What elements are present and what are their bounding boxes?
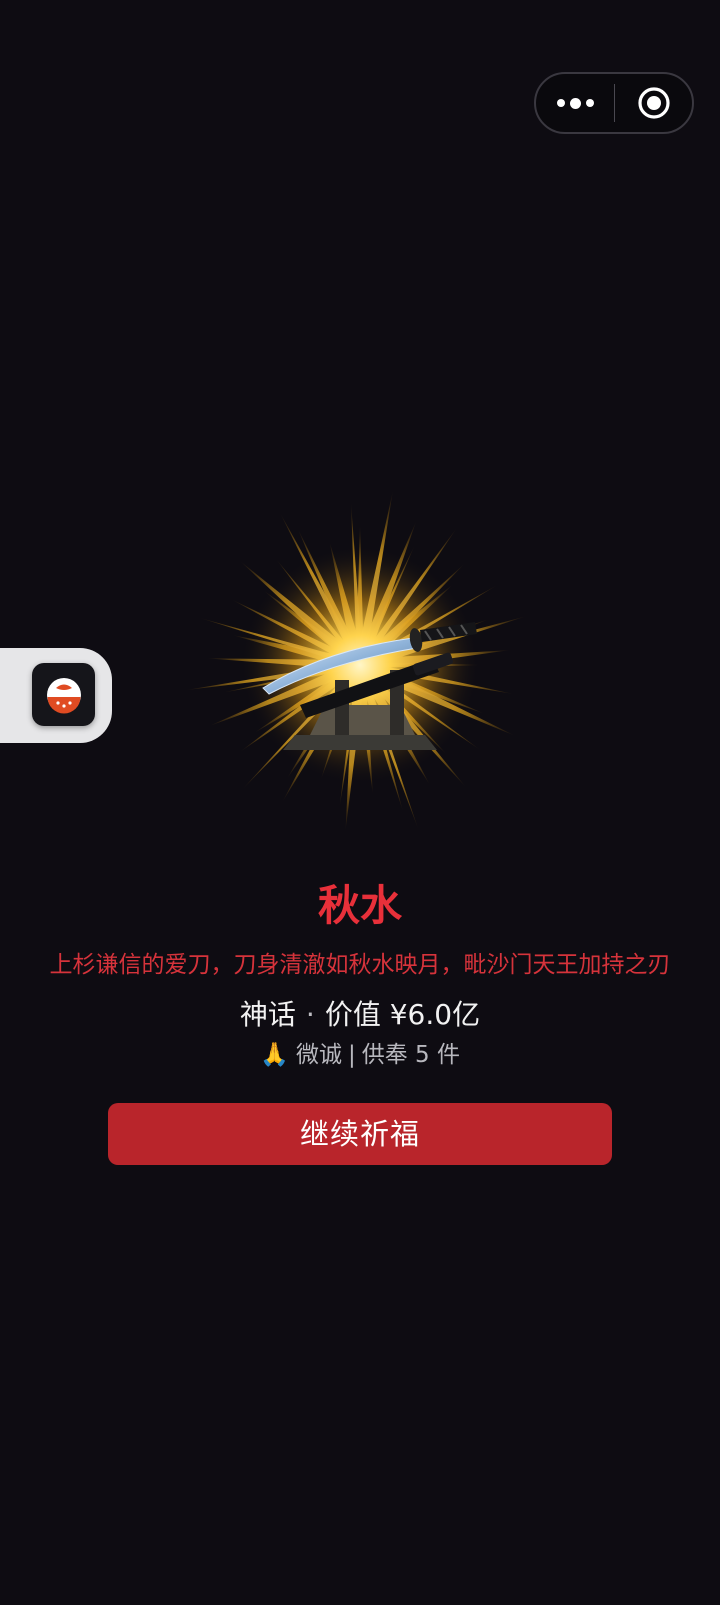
more-button[interactable]	[536, 74, 614, 132]
continue-pray-button[interactable]: 继续祈福	[108, 1103, 612, 1165]
item-description: 上杉谦信的爱刀，刀身清澈如秋水映月，毗沙门天王加持之刃	[49, 952, 671, 978]
pray-icon: 🙏	[260, 1042, 289, 1068]
mini-program-capsule	[534, 72, 694, 134]
value-label: 价值 ¥6.0亿	[324, 998, 481, 1031]
target-close-icon	[637, 87, 670, 119]
item-name: 秋水	[317, 881, 402, 930]
item-meta: 神话 · 价值 ¥6.0亿	[0, 995, 720, 1035]
close-button[interactable]	[615, 74, 692, 132]
app-shortcut-button[interactable]	[32, 663, 95, 726]
more-dots-icon	[556, 97, 594, 109]
offering-count: 供奉 5 件	[361, 1042, 460, 1068]
katana-burst-image	[184, 490, 527, 832]
rarity-label: 神话	[239, 998, 296, 1031]
offering-info: 🙏 微诚 | 供奉 5 件	[0, 1038, 720, 1072]
donor-level: 微诚	[295, 1042, 342, 1068]
app-logo-icon	[46, 677, 81, 713]
floating-side-handle[interactable]	[0, 648, 112, 743]
meta-separator: ·	[305, 998, 315, 1031]
offering-separator: |	[347, 1042, 356, 1068]
